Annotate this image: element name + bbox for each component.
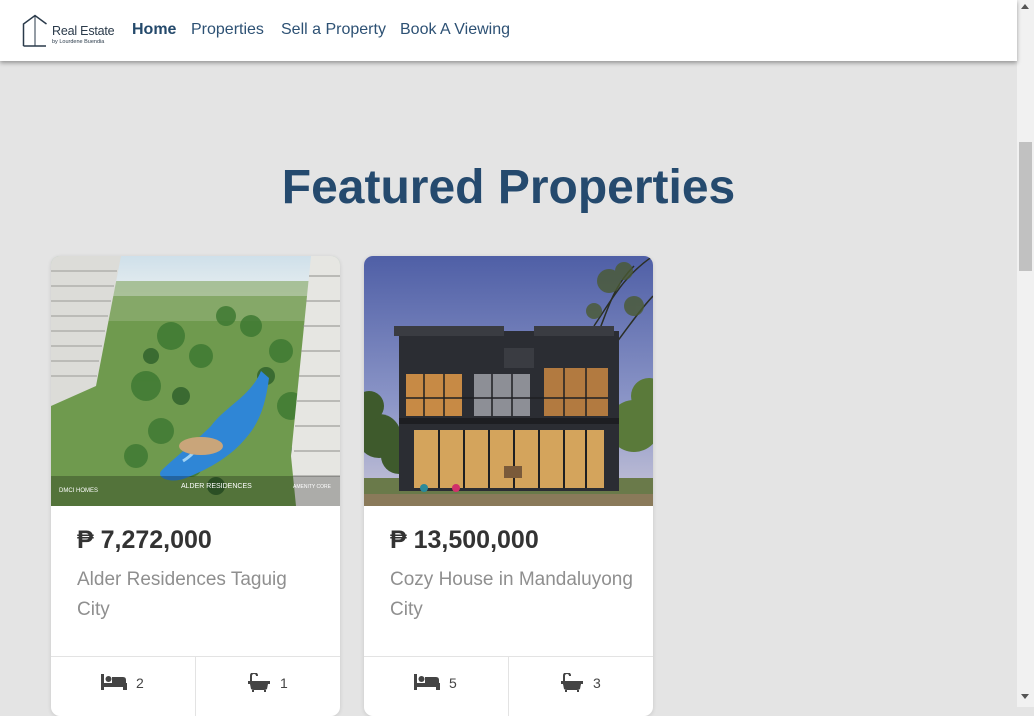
- nav-link-sell-a-property[interactable]: Sell a Property: [281, 21, 386, 39]
- logo-text: Real Estate: [52, 24, 115, 38]
- bedrooms-count: 5: [449, 675, 457, 691]
- house-logo-icon: [22, 14, 47, 47]
- logo[interactable]: Real Estate by Lourdene Buendia: [22, 14, 122, 48]
- property-features: 5 3: [364, 656, 653, 716]
- bathrooms-count: 3: [593, 675, 601, 691]
- scroll-up-arrow-icon[interactable]: [1021, 4, 1029, 9]
- property-image[interactable]: [364, 256, 653, 506]
- property-features: 2 1: [51, 656, 340, 716]
- property-card[interactable]: DMCI HOMES ALDER RESIDENCES AMENITY CORE…: [51, 256, 340, 716]
- scrollbar[interactable]: [1017, 0, 1034, 707]
- property-title[interactable]: Alder Residences Taguig City: [77, 565, 322, 625]
- bedrooms-feature: 5: [364, 657, 508, 716]
- image-watermark-center: ALDER RESIDENCES: [181, 483, 252, 490]
- image-watermark-right: AMENITY CORE: [293, 484, 332, 490]
- property-title[interactable]: Cozy House in Mandaluyong City: [390, 565, 635, 625]
- bed-icon: [414, 674, 440, 690]
- nav-link-home[interactable]: Home: [132, 21, 176, 39]
- bathtub-icon: [561, 673, 583, 692]
- nav-link-properties[interactable]: Properties: [191, 21, 264, 39]
- bathrooms-count: 1: [280, 675, 288, 691]
- bathrooms-feature: 1: [195, 657, 340, 716]
- nav-link-book-a-viewing[interactable]: Book A Viewing: [400, 21, 510, 39]
- section-heading: Featured Properties: [281, 161, 736, 214]
- property-image[interactable]: DMCI HOMES ALDER RESIDENCES AMENITY CORE: [51, 256, 340, 506]
- image-watermark-left: DMCI HOMES: [59, 488, 98, 494]
- bathrooms-feature: 3: [508, 657, 653, 716]
- property-card[interactable]: ₱ 13,500,000 Cozy House in Mandaluyong C…: [364, 256, 653, 716]
- property-price: ₱ 13,500,000: [390, 526, 539, 554]
- bedrooms-feature: 2: [51, 657, 195, 716]
- scroll-down-arrow-icon[interactable]: [1021, 694, 1029, 699]
- logo-subtext: by Lourdene Buendia: [52, 39, 105, 45]
- property-price: ₱ 7,272,000: [77, 526, 212, 554]
- bed-icon: [101, 674, 127, 690]
- bedrooms-count: 2: [136, 675, 144, 691]
- scrollbar-thumb[interactable]: [1019, 142, 1032, 271]
- navbar: Real Estate by Lourdene Buendia Home Pro…: [0, 0, 1017, 61]
- bathtub-icon: [248, 673, 270, 692]
